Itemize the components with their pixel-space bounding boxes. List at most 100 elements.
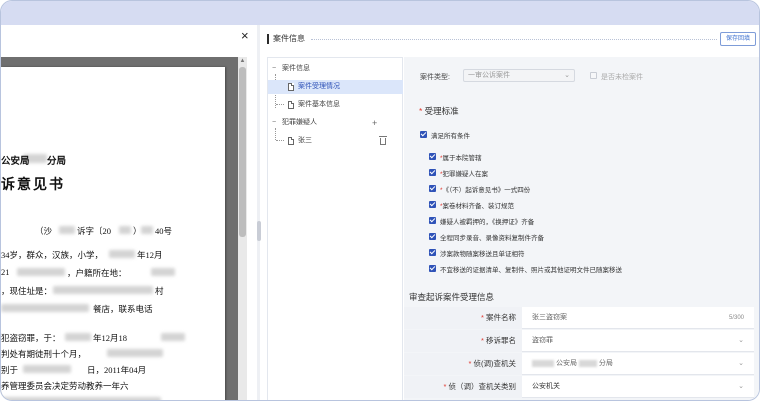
case-tree: − 案件信息 案件受理情况 案件基本信息 − 犯罪嫌疑人 + 张三 <box>267 57 403 400</box>
condition-label: 嫌疑人被羁押的，《换押证》齐备 <box>440 219 535 226</box>
doc-line: 34岁，群众，汉族，小学， <box>1 250 104 260</box>
table-row: * 侦（调）查机关类别 公安机关 ⌄ <box>404 376 754 398</box>
doc-line: 村 <box>155 286 164 296</box>
condition-checkbox[interactable] <box>429 185 436 192</box>
condition-checkbox[interactable] <box>429 201 436 208</box>
scroll-up-icon[interactable]: ▲ <box>239 57 246 65</box>
doc-line: 别于 <box>1 365 19 375</box>
doc-line-branch: 分局 <box>47 157 67 167</box>
scroll-thumb[interactable] <box>239 67 246 237</box>
doc-line: 餐店，联系电话 <box>93 304 153 314</box>
condition-checkbox[interactable] <box>429 249 436 256</box>
condition-label: 全程同步录音、录像资料复制件齐备 <box>440 235 544 242</box>
field-label: * 侦(调)查机关 <box>404 353 522 375</box>
agency-category-select[interactable]: 公安机关 ⌄ <box>528 380 750 394</box>
not-detected-checkbox[interactable] <box>590 72 597 79</box>
condition-checkbox[interactable] <box>429 153 436 160</box>
redaction <box>109 250 135 258</box>
condition-label: *《（不）起诉意见书》一式四份 <box>440 187 531 194</box>
dotted-divider <box>311 39 717 40</box>
redaction <box>59 226 75 234</box>
tree-item-label: 案件基本信息 <box>298 101 340 108</box>
doc-line: 犯盗窃罪，于： <box>1 333 61 343</box>
table-row: * 侦(调)查机关 公安局 分局 ⌄ <box>404 353 754 375</box>
doc-line: 养管理委员会决定劳动教养一年六 <box>1 381 129 391</box>
tree-node-suspects[interactable]: − 犯罪嫌疑人 + <box>268 116 403 130</box>
doc-line: 21 <box>1 267 10 277</box>
panel-title: 案件信息 <box>273 34 305 43</box>
table-row: * 移诉罪名 盗窃罪 ⌄ <box>404 330 754 352</box>
redaction <box>1 397 161 400</box>
file-icon <box>288 137 294 145</box>
table-row: * 案件名称 张三盗窃案 5/300 <box>404 307 754 329</box>
title-bar <box>1 1 759 25</box>
field-label: * 侦（调）查机关类别 <box>404 376 522 398</box>
tree-node-case-info[interactable]: − 案件信息 <box>268 62 403 76</box>
doc-line: 日，2011年04月 <box>87 365 147 375</box>
file-icon <box>288 83 294 91</box>
section-review-info: 审查起诉案件受理信息 <box>409 292 495 302</box>
condition-checkbox[interactable] <box>429 169 436 176</box>
redaction <box>151 268 175 276</box>
redaction <box>23 365 71 373</box>
doc-line: （沙 <box>35 226 53 236</box>
chevron-down-icon: ⌄ <box>738 360 744 367</box>
condition-label: *犯罪嫌疑人在案 <box>440 171 489 178</box>
panel-splitter[interactable] <box>257 25 260 400</box>
close-icon[interactable]: × <box>241 29 249 43</box>
condition-label: *案卷材料齐备、装订规范 <box>440 203 515 210</box>
char-count: 5/300 <box>728 315 744 321</box>
tree-item-label: 案件受理情况 <box>298 83 340 90</box>
tree-item-suspect[interactable]: 张三 <box>268 134 403 148</box>
charge-select[interactable]: 盗窃罪 ⌄ <box>528 334 750 348</box>
satisfy-all-label: 满足所有条件 <box>431 133 470 140</box>
doc-line: 年12月 <box>137 250 163 260</box>
save-fill-button[interactable]: 保存回填 <box>720 32 756 46</box>
tree-item-acceptance[interactable]: 案件受理情况 <box>268 80 403 94</box>
condition-label: 涉案款物随案移送且单证相符 <box>440 251 525 258</box>
not-detected-label: 是否未检案件 <box>601 74 643 81</box>
tree-item-basic-info[interactable]: 案件基本信息 <box>268 98 403 112</box>
splitter-handle[interactable] <box>257 221 261 241</box>
chevron-down-icon: ⌄ <box>738 383 744 390</box>
doc-title: 诉意见书 <box>1 178 65 193</box>
investigating-agency-select[interactable]: 公安局 分局 ⌄ <box>528 357 750 371</box>
redaction <box>119 226 131 234</box>
redaction <box>107 349 163 357</box>
case-name-input[interactable]: 张三盗窃案 5/300 <box>528 311 750 325</box>
doc-line: ，现住址是： <box>1 286 53 296</box>
trash-icon[interactable] <box>379 136 387 145</box>
condition-checkbox[interactable] <box>429 217 436 224</box>
redaction <box>532 359 554 367</box>
case-type-value: 一审公诉案件 <box>468 72 510 79</box>
redaction <box>53 286 153 294</box>
file-icon <box>288 101 294 109</box>
satisfy-all-checkbox[interactable] <box>420 131 427 138</box>
document-canvas: 公安局 分局 诉意见书 （沙 诉字〔20 ） 40号 34岁，群众，汉族，小学，… <box>1 57 238 400</box>
condition-checkbox[interactable] <box>429 233 436 240</box>
doc-line: 诉字〔20 <box>77 226 112 236</box>
redaction <box>17 268 65 276</box>
tree-node-label: 犯罪嫌疑人 <box>282 119 317 126</box>
case-type-select[interactable]: 一审公诉案件 ⌄ <box>463 69 575 82</box>
chevron-down-icon: ⌄ <box>564 72 570 79</box>
add-icon[interactable]: + <box>372 118 377 128</box>
condition-label: 不宜移送的证据清单、复制件、照片或其他证明文件已随案移送 <box>440 267 622 274</box>
section-accept-standard: * 受理标准 <box>419 106 459 116</box>
redaction <box>161 333 185 341</box>
doc-line-agency: 公安局 <box>1 157 30 167</box>
section-marker <box>267 34 269 44</box>
redaction <box>65 333 91 341</box>
viewer-scrollbar[interactable]: ▲ <box>238 57 247 400</box>
redaction <box>1 304 89 312</box>
document-page: 公安局 分局 诉意见书 （沙 诉字〔20 ） 40号 34岁，群众，汉族，小学，… <box>1 67 225 400</box>
tree-node-label: 案件信息 <box>282 65 310 72</box>
field-label: * 案件名称 <box>404 307 522 329</box>
condition-label: *属于本院管辖 <box>440 155 482 162</box>
redaction <box>578 359 597 367</box>
condition-checkbox[interactable] <box>429 265 436 272</box>
doc-line: ，户籍所在地： <box>67 268 127 278</box>
doc-line: 年12月18 <box>93 333 128 343</box>
field-label: * 移诉罪名 <box>404 330 522 352</box>
chevron-down-icon: ⌄ <box>738 337 744 344</box>
